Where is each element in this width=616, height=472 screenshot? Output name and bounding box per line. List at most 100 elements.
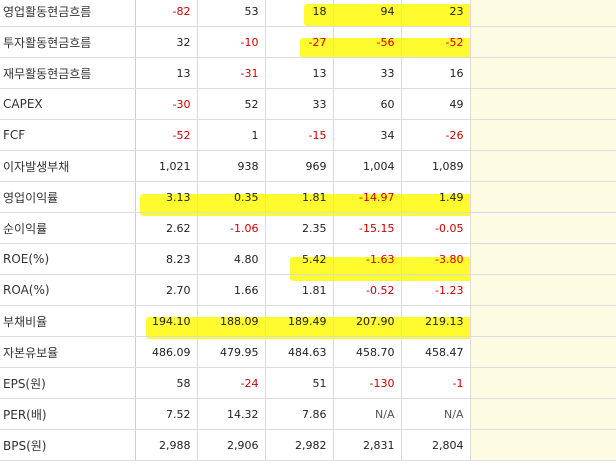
row-label: 재무활동현금흐름: [0, 57, 136, 89]
table-cell: 14.32: [197, 398, 266, 430]
table-cell: 51: [265, 367, 334, 399]
row-label: ROE(%): [0, 243, 136, 275]
table-row: 영업이익률 3.13 0.35 1.81 -14.97 1.49: [0, 181, 616, 213]
table-cell: 2,906: [197, 429, 266, 461]
table-cell: 94: [333, 0, 402, 27]
table-cell: 1.49: [401, 181, 471, 213]
table-row: 부채비율 194.10 188.09 189.49 207.90 219.13: [0, 305, 616, 337]
table-cell: 4.80: [197, 243, 266, 275]
table-cell: -31: [197, 57, 266, 89]
table-cell: 1,021: [135, 150, 198, 182]
row-label: ROA(%): [0, 274, 136, 306]
table-row: CAPEX -30 52 33 60 49: [0, 88, 616, 120]
row-label: CAPEX: [0, 88, 136, 120]
table-cell: 2.35: [265, 212, 334, 244]
table-cell: -0.52: [333, 274, 402, 306]
empty-column-cell: [470, 212, 616, 244]
table-cell: 2,988: [135, 429, 198, 461]
row-label: 부채비율: [0, 305, 136, 337]
table-row: PER(배) 7.52 14.32 7.86 N/A N/A: [0, 398, 616, 430]
row-label: 이자발생부채: [0, 150, 136, 182]
table-cell: 2.70: [135, 274, 198, 306]
table-cell: 938: [197, 150, 266, 182]
table-row: 영업활동현금흐름 -82 53 18 94 23: [0, 0, 616, 27]
row-label: 순이익률: [0, 212, 136, 244]
table-cell: 52: [197, 88, 266, 120]
table-cell: -14.97: [333, 181, 402, 213]
table-cell: 2,982: [265, 429, 334, 461]
table-cell: -15: [265, 119, 334, 151]
table-row: 이자발생부채 1,021 938 969 1,004 1,089: [0, 150, 616, 182]
table-cell: -56: [333, 26, 402, 58]
row-label: PER(배): [0, 398, 136, 430]
empty-column-cell: [470, 243, 616, 275]
table-cell: -130: [333, 367, 402, 399]
empty-column-cell: [470, 88, 616, 120]
table-cell: 1,089: [401, 150, 471, 182]
table-row: ROA(%) 2.70 1.66 1.81 -0.52 -1.23: [0, 274, 616, 306]
table-cell: 33: [265, 88, 334, 120]
table-cell: 207.90: [333, 305, 402, 337]
table-cell: -1.63: [333, 243, 402, 275]
empty-column-cell: [470, 274, 616, 306]
table-cell: 1: [197, 119, 266, 151]
table-cell: -1.06: [197, 212, 266, 244]
row-label: BPS(원): [0, 429, 136, 461]
table-cell: -1.23: [401, 274, 471, 306]
row-label: EPS(원): [0, 367, 136, 399]
table-cell: -10: [197, 26, 266, 58]
table-cell: N/A: [401, 398, 471, 430]
table-cell: 2.62: [135, 212, 198, 244]
empty-column-cell: [470, 0, 616, 27]
table-cell: -24: [197, 367, 266, 399]
table-cell: 189.49: [265, 305, 334, 337]
table-cell: 34: [333, 119, 402, 151]
table-cell: 3.13: [135, 181, 198, 213]
row-label: 영업활동현금흐름: [0, 0, 136, 27]
table-cell: 8.23: [135, 243, 198, 275]
table-row: 재무활동현금흐름 13 -31 13 33 16: [0, 57, 616, 89]
table-cell: 16: [401, 57, 471, 89]
table-cell: 1.81: [265, 181, 334, 213]
empty-column-cell: [470, 305, 616, 337]
table-row: ROE(%) 8.23 4.80 5.42 -1.63 -3.80: [0, 243, 616, 275]
table-cell: -26: [401, 119, 471, 151]
table-cell: -0.05: [401, 212, 471, 244]
table-row: 자본유보율 486.09 479.95 484.63 458.70 458.47: [0, 336, 616, 368]
empty-column-cell: [470, 336, 616, 368]
empty-column-cell: [470, 26, 616, 58]
table-row: FCF -52 1 -15 34 -26: [0, 119, 616, 151]
table-cell: 32: [135, 26, 198, 58]
table-row: 투자활동현금흐름 32 -10 -27 -56 -52: [0, 26, 616, 58]
table-cell: 13: [135, 57, 198, 89]
table-cell: 1.81: [265, 274, 334, 306]
table-row: 순이익률 2.62 -1.06 2.35 -15.15 -0.05: [0, 212, 616, 244]
row-label: 투자활동현금흐름: [0, 26, 136, 58]
table-cell: 18: [265, 0, 334, 27]
empty-column-cell: [470, 398, 616, 430]
table-cell: 194.10: [135, 305, 198, 337]
table-cell: 60: [333, 88, 402, 120]
empty-column-cell: [470, 181, 616, 213]
table-cell: 13: [265, 57, 334, 89]
table-cell: 0.35: [197, 181, 266, 213]
table-cell: -30: [135, 88, 198, 120]
table-cell: N/A: [333, 398, 402, 430]
table-cell: 33: [333, 57, 402, 89]
table-body: 영업활동현금흐름 -82 53 18 94 23 투자활동현금흐름 32 -10 -27 -56 -5…: [0, 0, 616, 461]
table-cell: 2,831: [333, 429, 402, 461]
table-cell: 969: [265, 150, 334, 182]
empty-column-cell: [470, 57, 616, 89]
row-label: 자본유보율: [0, 336, 136, 368]
table-cell: -15.15: [333, 212, 402, 244]
table-cell: -3.80: [401, 243, 471, 275]
table-cell: 58: [135, 367, 198, 399]
table-cell: 1.66: [197, 274, 266, 306]
empty-column-cell: [470, 429, 616, 461]
empty-column-cell: [470, 150, 616, 182]
table-row: BPS(원) 2,988 2,906 2,982 2,831 2,804: [0, 429, 616, 461]
table-cell: -1: [401, 367, 471, 399]
table-cell: 5.42: [265, 243, 334, 275]
table-cell: -82: [135, 0, 198, 27]
table-cell: -27: [265, 26, 334, 58]
